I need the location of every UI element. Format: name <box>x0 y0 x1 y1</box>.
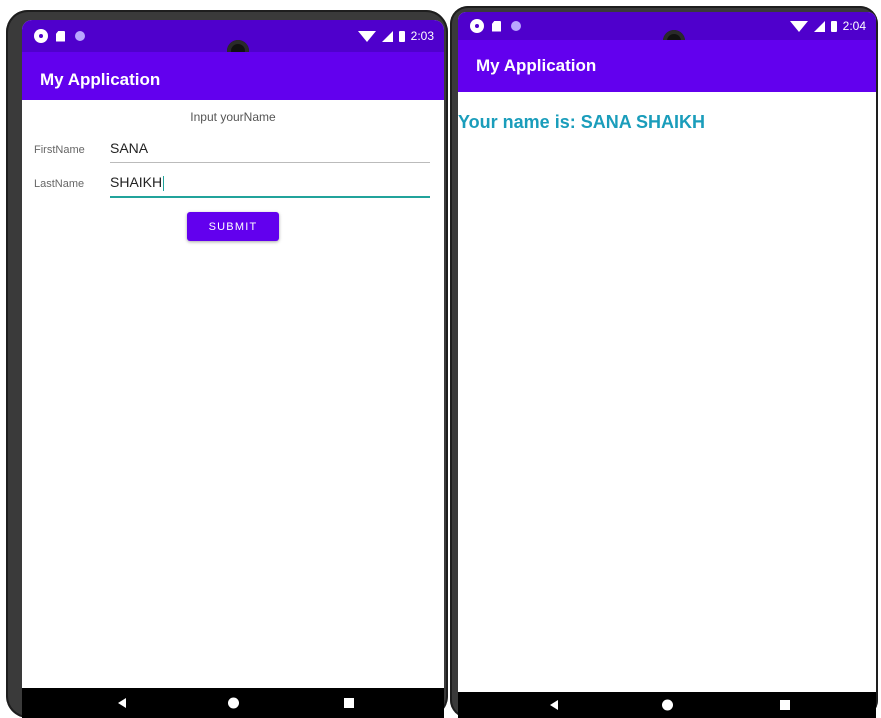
battery-icon <box>398 30 405 42</box>
result-text: Your name is: SANA SHAIKH <box>458 112 706 132</box>
back-icon[interactable] <box>118 698 126 708</box>
status-right-icons: 2:03 <box>357 20 434 52</box>
navigation-bar <box>22 688 444 718</box>
gear-icon <box>36 31 46 41</box>
battery-icon <box>830 20 837 32</box>
last-name-value: SHAIKH <box>110 174 163 190</box>
submit-button[interactable]: SUBMIT <box>187 212 279 241</box>
dot-icon <box>75 31 85 41</box>
home-icon[interactable] <box>228 697 239 709</box>
status-left-icons <box>472 12 521 40</box>
status-time: 2:03 <box>410 29 434 43</box>
app-bar: My Application <box>22 52 444 100</box>
input-screen: 2:03 My Application Input yourName First… <box>22 20 444 718</box>
app-title: My Application <box>476 56 597 75</box>
recents-icon[interactable] <box>344 698 354 708</box>
signal-icon <box>381 30 393 42</box>
gear-icon <box>472 21 482 31</box>
wifi-icon <box>789 20 808 32</box>
form-content: Input yourName FirstName SANA LastName S… <box>22 100 444 688</box>
first-name-label: FirstName <box>34 144 85 156</box>
sdcard-icon <box>56 30 65 42</box>
last-name-field[interactable]: SHAIKH <box>110 174 430 198</box>
app-title: My Application <box>40 70 161 89</box>
app-bar: My Application <box>458 40 876 92</box>
status-left-icons <box>36 20 85 52</box>
text-cursor <box>163 175 165 191</box>
phone-frame-input: 2:03 My Application Input yourName First… <box>6 10 448 718</box>
navigation-bar <box>458 692 876 718</box>
back-icon[interactable] <box>550 700 558 710</box>
form-heading: Input yourName <box>190 110 276 124</box>
recents-icon[interactable] <box>780 700 790 710</box>
submit-button-label: SUBMIT <box>208 220 258 233</box>
wifi-icon <box>357 30 376 42</box>
dot-icon <box>511 21 521 31</box>
last-name-label: LastName <box>34 178 85 190</box>
first-name-field[interactable]: SANA <box>110 140 430 163</box>
home-icon[interactable] <box>662 699 673 711</box>
phone-frame-result: 2:04 My Application Your name is: SANA S… <box>450 6 878 718</box>
result-screen: 2:04 My Application Your name is: SANA S… <box>458 12 876 718</box>
result-content: Your name is: SANA SHAIKH <box>458 92 876 692</box>
status-right-icons: 2:04 <box>789 12 866 40</box>
first-name-value: SANA <box>110 140 149 156</box>
signal-icon <box>813 20 825 32</box>
status-time: 2:04 <box>842 19 866 33</box>
sdcard-icon <box>492 20 501 32</box>
